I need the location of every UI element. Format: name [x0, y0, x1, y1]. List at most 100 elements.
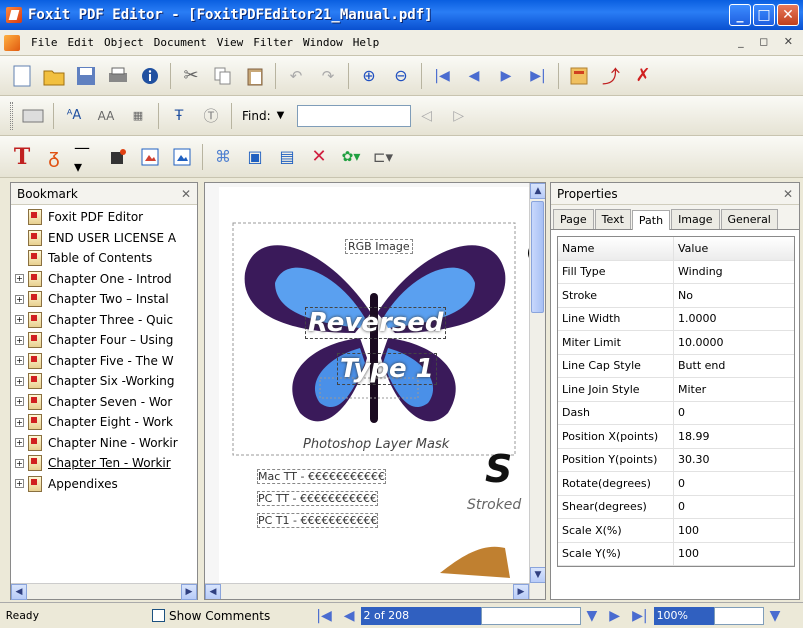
bookmark-item[interactable]: Foxit PDF Editor	[15, 207, 197, 228]
document-scroll-thumb[interactable]	[531, 201, 544, 313]
bookmark-item[interactable]: Table of Contents	[15, 248, 197, 269]
find-previous-icon[interactable]: ◁	[415, 104, 439, 128]
table-row[interactable]: Stroke No	[558, 284, 794, 308]
page-input-field[interactable]	[480, 606, 581, 625]
stroked-text[interactable]: Stroked	[467, 497, 521, 513]
new-file-icon[interactable]	[10, 64, 34, 88]
menu-file[interactable]: File	[26, 36, 63, 49]
mdi-window-controls[interactable]: _ ◻ ✕	[738, 35, 799, 48]
menu-help[interactable]: Help	[348, 36, 385, 49]
text-scale-icon[interactable]: ▦	[126, 104, 150, 128]
bookmark-item[interactable]: + Chapter Three - Quic	[15, 310, 197, 331]
scroll-left-button[interactable]: ◀	[11, 584, 27, 600]
type1-text[interactable]: Type 1	[337, 353, 437, 385]
last-page-icon[interactable]: ▶|	[632, 608, 647, 624]
table-row[interactable]: Line Cap Style Butt end	[558, 354, 794, 378]
expand-icon[interactable]: +	[15, 417, 24, 427]
big-s-glyph[interactable]: S	[485, 447, 512, 491]
text-spacing-icon[interactable]: AA	[94, 104, 118, 128]
scroll-down-button[interactable]: ▼	[530, 567, 545, 583]
redo-icon[interactable]: ↷	[316, 64, 340, 88]
scroll-left-button[interactable]: ◀	[205, 584, 221, 599]
bookmark-item[interactable]: + Chapter One - Introd	[15, 269, 197, 290]
first-page-icon[interactable]: |◀	[316, 608, 331, 624]
group-icon[interactable]: ▣	[243, 145, 267, 169]
document-hscrollbar[interactable]: ◀ ▶	[205, 583, 529, 599]
bookmark-item[interactable]: + Chapter Five - The W	[15, 351, 197, 372]
expand-icon[interactable]: +	[15, 458, 24, 468]
show-comments-checkbox[interactable]	[152, 609, 165, 622]
mac-tt-line[interactable]: Mac TT - €€€€€€€€€€€	[257, 469, 386, 484]
minimize-button[interactable]: _	[729, 4, 751, 26]
zoom-dropdown-icon[interactable]: ▼	[770, 608, 781, 624]
menu-object[interactable]: Object	[99, 36, 149, 49]
bookmark-item[interactable]: + Chapter Six -Working	[15, 371, 197, 392]
bookmark-item[interactable]: END USER LICENSE A	[15, 228, 197, 249]
menu-view[interactable]: View	[212, 36, 249, 49]
maximize-button[interactable]: □	[753, 4, 775, 26]
tab-image[interactable]: Image	[671, 209, 720, 229]
open-folder-icon[interactable]	[42, 64, 66, 88]
add-line-icon[interactable]: — ▾	[74, 138, 98, 176]
page-number-input[interactable]: 2 of 208	[360, 606, 481, 625]
last-page-icon[interactable]: ▶|	[526, 64, 550, 88]
font-icon[interactable]: Ⓣ	[199, 104, 223, 128]
table-row[interactable]: Rotate(degrees) 0	[558, 472, 794, 496]
document-menu-icon[interactable]	[4, 34, 20, 51]
bookmark-item[interactable]: + Chapter Two – Instal	[15, 289, 197, 310]
scroll-up-button[interactable]: ▲	[530, 183, 545, 199]
expand-icon[interactable]: +	[15, 274, 24, 284]
menu-filter[interactable]: Filter	[248, 36, 298, 49]
tab-general[interactable]: General	[720, 209, 778, 229]
text-size-icon[interactable]: ᴬA	[62, 104, 86, 128]
scroll-right-button[interactable]: ▶	[513, 584, 529, 599]
next-page-icon[interactable]: ▶	[609, 608, 620, 624]
delete-object-icon[interactable]: ✕	[307, 145, 331, 169]
keyboard-icon[interactable]	[21, 104, 45, 128]
color-icon[interactable]: ✿▾	[339, 145, 363, 169]
previous-page-icon[interactable]: ◀	[462, 64, 486, 88]
table-row[interactable]: Scale Y(%) 100	[558, 542, 794, 566]
delete-page-icon[interactable]: ✗	[631, 64, 655, 88]
tab-path[interactable]: Path	[631, 210, 671, 230]
text-properties-icon[interactable]: Ŧ	[167, 104, 191, 128]
pc-tt-line[interactable]: PC TT - €€€€€€€€€€€	[257, 491, 379, 506]
close-button[interactable]: ✕	[777, 4, 799, 26]
page-dropdown-icon[interactable]: ▼	[587, 608, 598, 624]
document-vscrollbar[interactable]: ▲ ▼	[529, 183, 545, 599]
bookmark-item[interactable]: + Chapter Seven - Wor	[15, 392, 197, 413]
reversed-text[interactable]: Reversed	[305, 307, 447, 339]
table-row[interactable]: Dash 0	[558, 401, 794, 425]
menu-window[interactable]: Window	[298, 36, 348, 49]
bookmark-item[interactable]: + Appendixes	[15, 474, 197, 495]
table-row[interactable]: Position Y(points) 30.30	[558, 448, 794, 472]
previous-page-icon[interactable]: ◀	[344, 608, 355, 624]
close-panel-icon[interactable]: ✕	[181, 187, 191, 201]
pc-t1-line[interactable]: PC T1 - €€€€€€€€€€€	[257, 513, 379, 528]
cut-icon[interactable]: ✂	[179, 64, 203, 88]
menu-edit[interactable]: Edit	[63, 36, 100, 49]
next-page-icon[interactable]: ▶	[494, 64, 518, 88]
zoom-out-icon[interactable]: ⊖	[389, 64, 413, 88]
expand-icon[interactable]: +	[15, 294, 24, 304]
add-shape-icon[interactable]: ᵹ	[42, 144, 66, 169]
bookmark-hscrollbar[interactable]: ◀ ▶	[11, 583, 197, 600]
align-icon[interactable]: ⊏▾	[371, 145, 395, 169]
menu-document[interactable]: Document	[149, 36, 212, 49]
expand-icon[interactable]: +	[15, 315, 24, 325]
first-page-icon[interactable]: |◀	[430, 64, 454, 88]
info-icon[interactable]	[138, 64, 162, 88]
insert-page-icon[interactable]: ⤴	[599, 64, 623, 88]
table-row[interactable]: Scale X(%) 100	[558, 519, 794, 543]
print-icon[interactable]	[106, 64, 130, 88]
expand-icon[interactable]: +	[15, 335, 24, 345]
edit-image-icon[interactable]	[138, 145, 162, 169]
photoshop-mask-label[interactable]: Photoshop Layer Mask	[303, 437, 449, 452]
add-text-icon[interactable]: T	[10, 144, 34, 170]
tab-text[interactable]: Text	[594, 209, 631, 229]
bookmark-item[interactable]: + Chapter Ten - Workir	[15, 453, 197, 474]
expand-icon[interactable]: +	[15, 356, 24, 366]
bookmark-item[interactable]: + Chapter Nine - Workir	[15, 433, 197, 454]
copy-icon[interactable]	[211, 64, 235, 88]
find-input[interactable]	[296, 104, 411, 127]
